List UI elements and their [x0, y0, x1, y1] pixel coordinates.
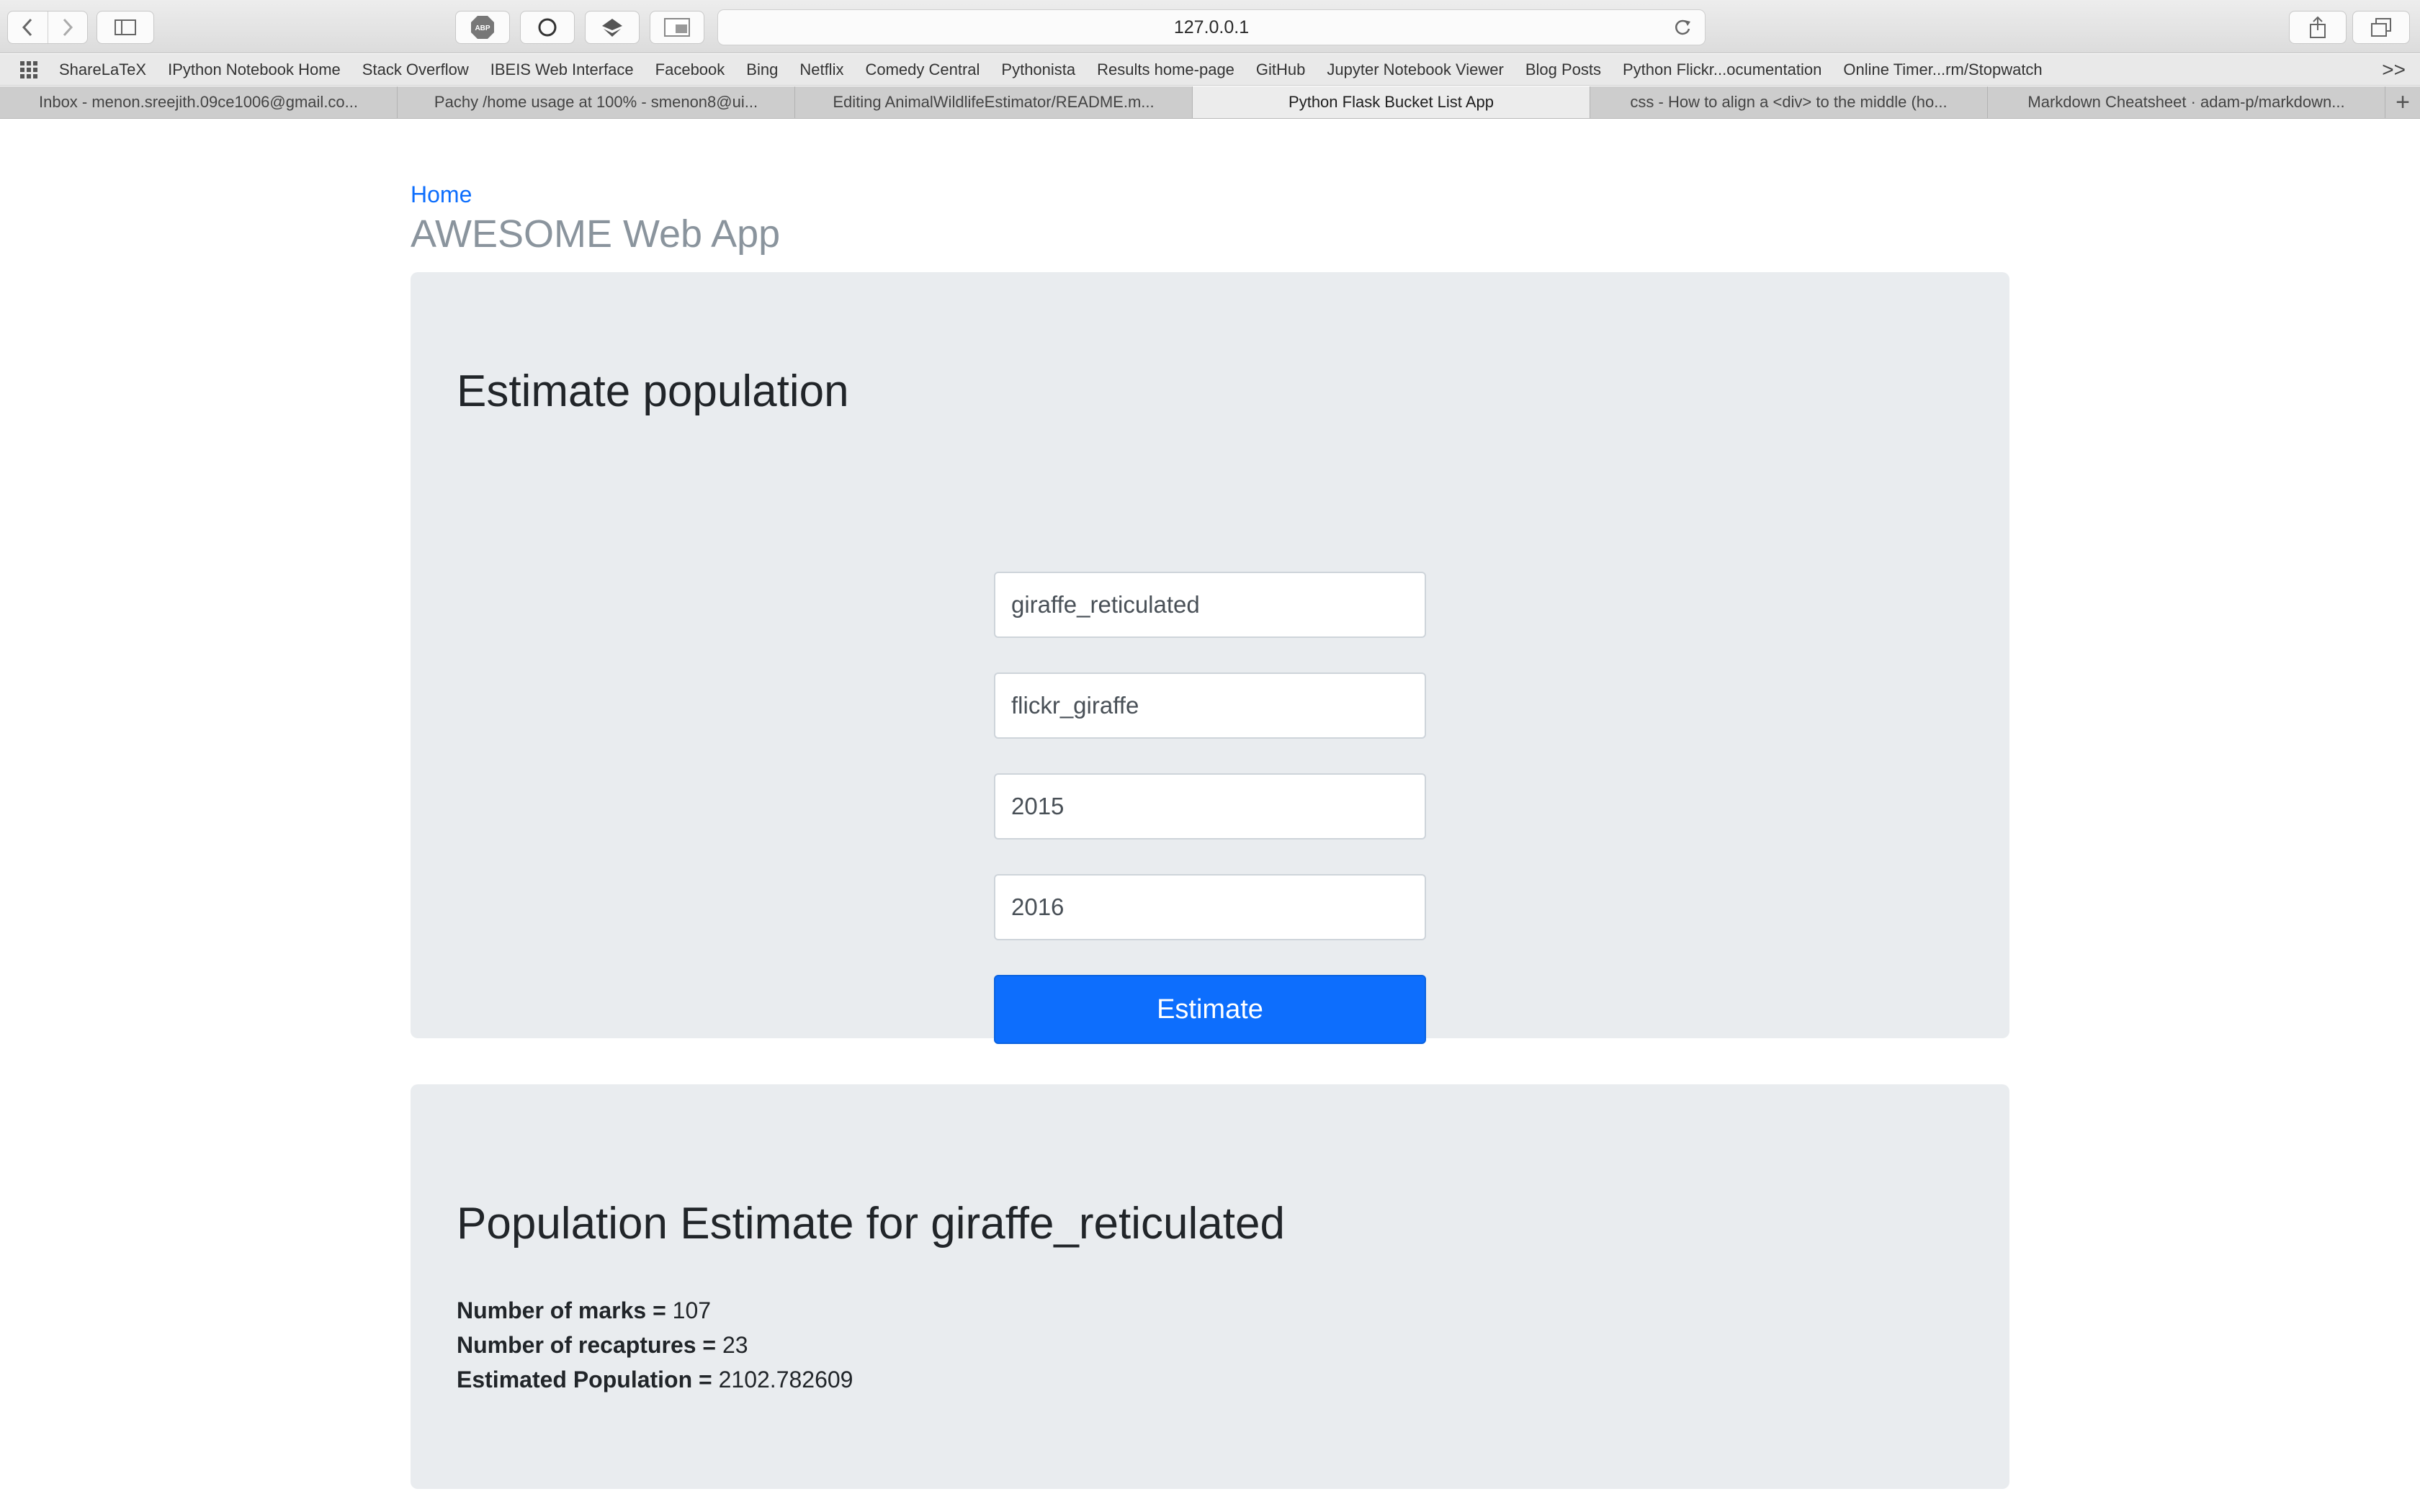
population-label: Estimated Population = [457, 1367, 719, 1392]
estimate-button[interactable]: Estimate [994, 975, 1426, 1044]
end-year-input[interactable] [994, 874, 1426, 940]
extension-circle-button[interactable] [520, 11, 575, 44]
url-text: 127.0.0.1 [1173, 17, 1250, 37]
bookmark-pythonista[interactable]: Pythonista [1001, 60, 1075, 79]
reload-icon[interactable] [1673, 19, 1692, 37]
apps-grid-icon[interactable] [20, 60, 37, 78]
marks-value: 107 [672, 1297, 712, 1323]
extension-diamond-button[interactable] [585, 11, 640, 44]
recaptures-value: 23 [722, 1332, 748, 1358]
forward-button[interactable] [47, 12, 88, 43]
bookmark-ibeis-web-interface[interactable]: IBEIS Web Interface [490, 60, 634, 79]
source-input[interactable] [994, 672, 1426, 739]
adblock-button[interactable]: ABP [455, 11, 510, 44]
bookmark-ipython-notebook-home[interactable]: IPython Notebook Home [168, 60, 341, 79]
tabs-overview-button[interactable] [2352, 11, 2410, 44]
result-panel: Population Estimate for giraffe_reticula… [411, 1084, 2009, 1489]
start-year-input[interactable] [994, 773, 1426, 840]
bookmarks-bar: ShareLaTeX IPython Notebook Home Stack O… [0, 54, 2420, 86]
bookmark-jupyter-notebook-viewer[interactable]: Jupyter Notebook Viewer [1327, 60, 1503, 79]
bookmark-comedy-central[interactable]: Comedy Central [865, 60, 980, 79]
tab-markdown-cheatsheet[interactable]: Markdown Cheatsheet · adam-p/markdown... [1988, 86, 2385, 118]
new-tab-button[interactable]: + [2385, 86, 2420, 118]
tab-bar: Inbox - menon.sreejith.09ce1006@gmail.co… [0, 86, 2420, 119]
recaptures-line: Number of recaptures = 23 [457, 1328, 853, 1362]
browser-toolbar: ABP 127.0.0.1 [0, 0, 2420, 53]
result-heading: Population Estimate for giraffe_reticula… [457, 1199, 1285, 1248]
bookmark-online-timer-stopwatch[interactable]: Online Timer...rm/Stopwatch [1843, 60, 2042, 79]
sidebar-toggle-button[interactable] [97, 11, 154, 44]
estimate-form-panel: Estimate population Estimate [411, 272, 2009, 1044]
population-value: 2102.782609 [718, 1367, 853, 1392]
tabs-overview-icon [2371, 18, 2391, 37]
bookmark-facebook[interactable]: Facebook [655, 60, 725, 79]
address-bar[interactable]: 127.0.0.1 [717, 9, 1706, 45]
species-input[interactable] [994, 572, 1426, 638]
tab-python-flask-bucket-list[interactable]: Python Flask Bucket List App [1193, 86, 1590, 118]
tab-css-align-div[interactable]: css - How to align a <div> to the middle… [1590, 86, 1988, 118]
share-icon [2310, 16, 2326, 38]
tab-editing-readme[interactable]: Editing AnimalWildlifeEstimator/README.m… [795, 86, 1193, 118]
circle-icon [538, 18, 557, 37]
bookmark-bing[interactable]: Bing [746, 60, 778, 79]
population-line: Estimated Population = 2102.782609 [457, 1362, 853, 1397]
card-icon [664, 18, 690, 37]
chevron-right-icon [63, 18, 73, 37]
bookmark-stack-overflow[interactable]: Stack Overflow [362, 60, 469, 79]
extension-card-button[interactable] [650, 11, 704, 44]
marks-label: Number of marks = [457, 1297, 673, 1323]
form-heading: Estimate population [457, 366, 849, 416]
diamond-icon [602, 19, 622, 37]
back-button[interactable] [8, 12, 48, 43]
tab-pachy-home-usage[interactable]: Pachy /home usage at 100% - smenon8@ui..… [398, 86, 795, 118]
bookmark-results-home-page[interactable]: Results home-page [1097, 60, 1234, 79]
bookmark-blog-posts[interactable]: Blog Posts [1525, 60, 1601, 79]
bookmarks-overflow-button[interactable]: >> [2382, 58, 2406, 81]
home-link[interactable]: Home [411, 181, 472, 208]
bookmark-python-flickr-documentation[interactable]: Python Flickr...ocumentation [1623, 60, 1821, 79]
sidebar-icon [115, 19, 136, 35]
bookmark-netflix[interactable]: Netflix [799, 60, 843, 79]
app-title: AWESOME Web App [411, 212, 781, 256]
tab-inbox[interactable]: Inbox - menon.sreejith.09ce1006@gmail.co… [0, 86, 398, 118]
abp-icon: ABP [471, 16, 494, 39]
share-button[interactable] [2289, 11, 2347, 44]
svg-text:ABP: ABP [475, 24, 490, 32]
recaptures-label: Number of recaptures = [457, 1332, 722, 1358]
bookmark-github[interactable]: GitHub [1256, 60, 1305, 79]
marks-line: Number of marks = 107 [457, 1293, 853, 1328]
bookmark-sharelatex[interactable]: ShareLaTeX [59, 60, 146, 79]
chevron-left-icon [22, 18, 32, 37]
navigation-buttons [7, 11, 88, 44]
result-lines: Number of marks = 107 Number of recaptur… [457, 1293, 853, 1397]
